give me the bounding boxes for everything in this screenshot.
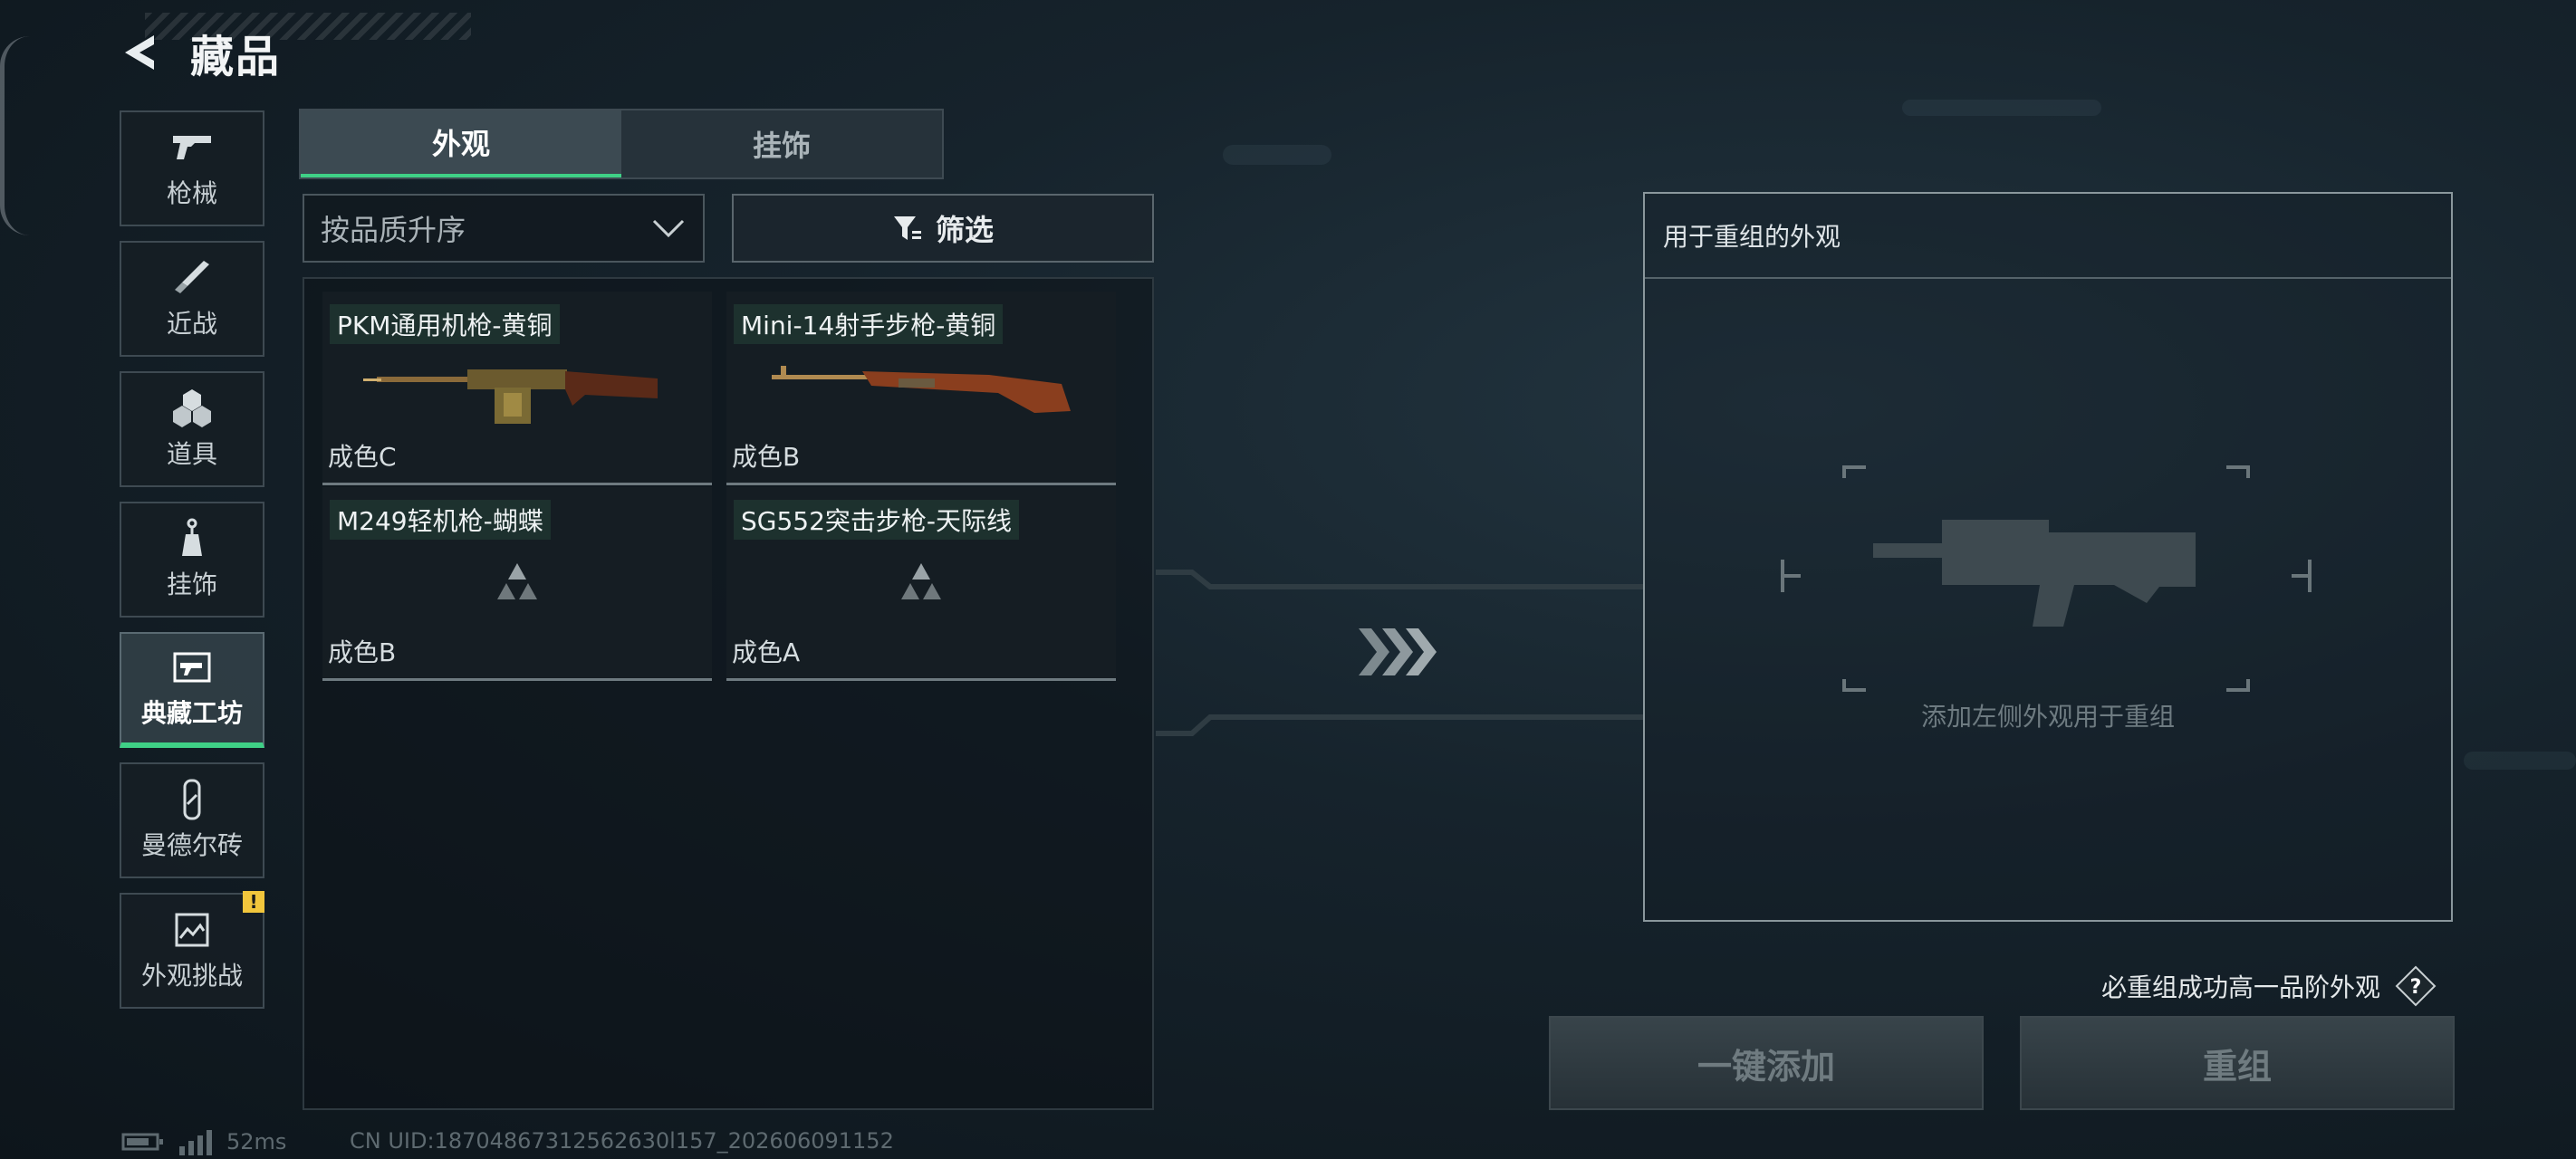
guarantee-text: 必重组成功高一品阶外观 xyxy=(2101,972,2381,1002)
page-title: 藏品 xyxy=(190,32,282,82)
bg-streak xyxy=(1223,145,1331,165)
charm-icon xyxy=(182,518,202,556)
reticle-right-icon xyxy=(2292,560,2312,592)
item-name: M249轻机枪-蝴蝶 xyxy=(330,500,551,540)
pkm-gun-image xyxy=(363,369,658,424)
nav-label: 典藏工坊 xyxy=(140,698,243,728)
back-arrow-icon[interactable] xyxy=(118,30,163,75)
nav-label: 道具 xyxy=(166,439,217,469)
filter-icon xyxy=(893,216,921,240)
workshop-icon xyxy=(173,652,211,683)
quick-add-button[interactable]: 一键添加 xyxy=(1549,1016,1984,1110)
chevron-down-icon xyxy=(652,219,685,238)
forward-arrows-icon xyxy=(1359,628,1437,675)
nav-label: 外观挑战 xyxy=(140,961,243,991)
nav-label: 枪械 xyxy=(166,178,217,208)
nav-item-mandel-brick[interactable]: 曼德尔砖 xyxy=(120,762,264,878)
item-name: SG552突击步枪-天际线 xyxy=(734,500,1020,540)
help-icon-glyph: ? xyxy=(2410,976,2422,999)
tab-charms[interactable]: 挂饰 xyxy=(621,110,942,177)
help-icon[interactable]: ? xyxy=(2395,965,2437,1007)
grenade-icon xyxy=(173,389,211,427)
nav-item-workshop[interactable]: 典藏工坊 xyxy=(120,632,264,748)
battery-icon xyxy=(121,1133,163,1151)
bg-streak xyxy=(1902,100,2101,116)
ping-value: 52ms xyxy=(226,1129,287,1154)
gun-icon xyxy=(173,136,211,159)
filter-label: 筛选 xyxy=(935,213,994,247)
item-grid: PKM通用机枪-黄铜 成色C Mini-14射手步枪-黄铜 成色B M249轻机… xyxy=(303,277,1154,1110)
bg-streak xyxy=(2464,752,2576,770)
filter-button[interactable]: 筛选 xyxy=(732,194,1154,263)
item-condition: 成色C xyxy=(328,442,397,472)
item-card[interactable]: PKM通用机枪-黄铜 成色C xyxy=(322,292,712,485)
empty-slot-rifle-icon[interactable] xyxy=(1842,465,2250,692)
challenge-icon xyxy=(175,913,209,947)
network-status: 52ms xyxy=(121,1128,286,1155)
reticle-left-icon xyxy=(1781,560,1801,592)
tab-appearance[interactable]: 外观 xyxy=(301,110,621,177)
nav-item-challenge[interactable]: ! 外观挑战 xyxy=(120,891,264,1009)
recombine-panel: 用于重组的外观 添加左侧外观用于重组 xyxy=(1643,192,2453,922)
page-header: 藏品 xyxy=(118,25,281,82)
category-tabs: 外观 挂饰 xyxy=(299,109,944,179)
item-condition: 成色A xyxy=(732,637,801,667)
uid-label: CN UID:18704867312562630l157_20260609115… xyxy=(350,1128,894,1154)
sort-dropdown[interactable]: 按品质升序 xyxy=(303,194,705,263)
alert-badge: ! xyxy=(243,891,264,913)
recombine-button[interactable]: 重组 xyxy=(2020,1016,2455,1110)
placeholder-triangle-icon xyxy=(497,563,537,599)
item-card[interactable]: SG552突击步枪-天际线 成色A xyxy=(726,487,1116,681)
nav-label: 曼德尔砖 xyxy=(140,830,243,860)
signal-icon xyxy=(179,1130,212,1155)
item-name: PKM通用机枪-黄铜 xyxy=(330,304,560,344)
item-card[interactable]: Mini-14射手步枪-黄铜 成色B xyxy=(726,292,1116,485)
mini14-rifle-image xyxy=(772,366,1071,413)
recombine-panel-header: 用于重组的外观 xyxy=(1645,194,2451,279)
sort-selected-value: 按品质升序 xyxy=(321,213,466,247)
mandel-brick-icon xyxy=(183,779,201,820)
placeholder-triangle-icon xyxy=(901,563,941,599)
item-condition: 成色B xyxy=(328,637,397,667)
nav-label: 近战 xyxy=(166,309,217,339)
nav-label: 挂饰 xyxy=(166,570,217,599)
nav-item-props[interactable]: 道具 xyxy=(120,371,264,487)
nav-item-melee[interactable]: 近战 xyxy=(120,241,264,357)
item-condition: 成色B xyxy=(732,442,801,472)
guarantee-info: 必重组成功高一品阶外观 ? xyxy=(2101,965,2437,1007)
nav-item-guns[interactable]: 枪械 xyxy=(120,110,264,226)
side-nav: 枪械 近战 道具 挂饰 典藏工坊 曼德尔砖 ! 外观挑战 xyxy=(120,110,266,1023)
item-name: Mini-14射手步枪-黄铜 xyxy=(734,304,1004,344)
nav-item-charms[interactable]: 挂饰 xyxy=(120,502,264,618)
screen-edge-rail xyxy=(0,36,30,235)
knife-icon xyxy=(175,261,209,293)
recombine-hint: 添加左侧外观用于重组 xyxy=(1920,702,2175,732)
item-card[interactable]: M249轻机枪-蝴蝶 成色B xyxy=(322,487,712,681)
